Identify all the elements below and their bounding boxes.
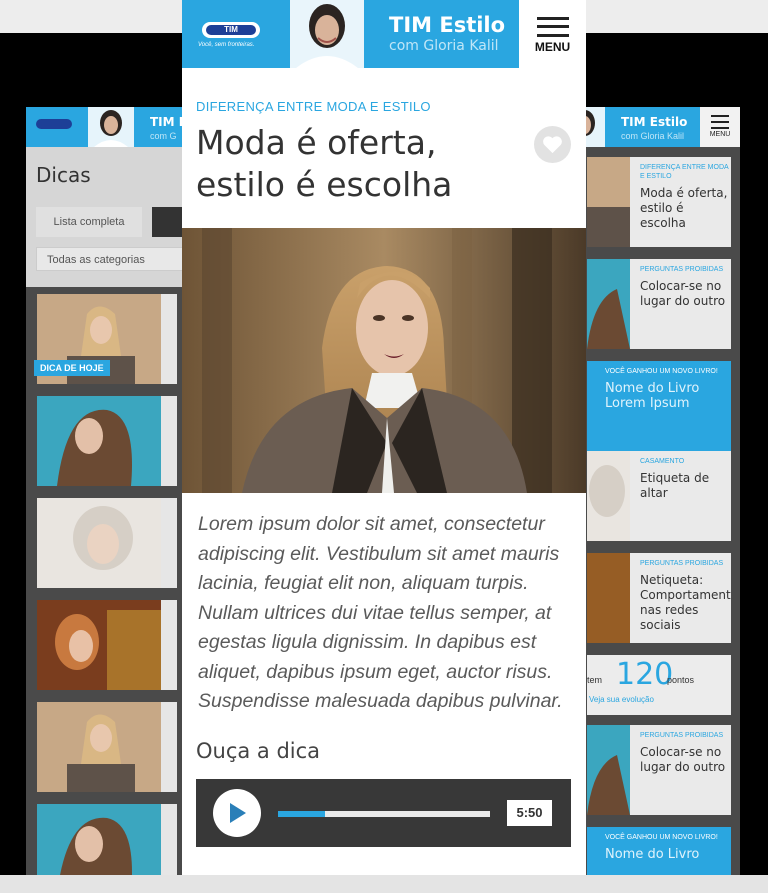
thumbnail-image <box>587 451 630 541</box>
card-category: PERGUNTAS PROIBIDAS <box>640 560 724 567</box>
dicas-title: Dicas <box>36 163 91 187</box>
card-title: Nome do Livro Lorem Ipsum <box>605 381 700 411</box>
brand-title: TIM Estilo <box>389 13 506 37</box>
left-portrait <box>88 107 134 147</box>
points-value: 120 <box>616 657 674 692</box>
list-item[interactable] <box>37 804 177 875</box>
list-item[interactable]: DIFERENÇA ENTRE MODA E ESTILO Moda é ofer… <box>587 157 731 247</box>
brand-subtitle: com Gloria Kalil <box>389 38 499 54</box>
card-title: Colocar-se no lugar do outro <box>640 745 726 774</box>
play-button[interactable] <box>213 789 261 837</box>
menu-button[interactable]: MENU <box>519 0 586 68</box>
logo-text: TIM <box>206 25 256 35</box>
article-title: Moda é oferta, estilo é escolha <box>196 123 453 204</box>
dicas-panel: Dicas Lista completa Todas as categorias <box>26 147 196 287</box>
points-unit: pontos <box>667 675 695 685</box>
card-category: CASAMENTO <box>640 458 685 465</box>
left-logo <box>36 119 72 129</box>
menu-icon <box>711 115 729 129</box>
list-item[interactable] <box>37 600 177 690</box>
list-item-info <box>161 498 177 588</box>
list-item[interactable] <box>37 498 177 588</box>
article-category: DIFERENÇA ENTRE MODA E ESTILO <box>196 99 431 114</box>
list-item-info <box>161 702 177 792</box>
card-category: DIFERENÇA ENTRE MODA E ESTILO <box>640 164 729 180</box>
list-item-info <box>161 294 177 384</box>
thumbnail-image <box>37 804 161 875</box>
favorite-button[interactable] <box>534 126 571 163</box>
today-badge: DICA DE HOJE <box>34 360 110 376</box>
background-screen-left: TIM E com G Dicas Lista completa Todas a… <box>26 107 196 875</box>
play-icon <box>230 803 246 823</box>
book-promo-card[interactable]: VOCÊ GANHOU UM NOVO LIVRO! Nome do Livro … <box>587 361 731 451</box>
book-promo-card[interactable]: VOCÊ GANHOU UM NOVO LIVRO! Nome do Livro <box>587 827 731 875</box>
card-title: Moda é oferta, estilo é escolha <box>640 186 728 230</box>
thumbnail-image <box>37 498 161 588</box>
right-menu-button[interactable]: MENU <box>700 107 740 147</box>
left-header: TIM E com G <box>26 107 196 147</box>
list-item[interactable] <box>37 396 177 486</box>
left-brand-sub: com G <box>150 131 177 141</box>
thumbnail-image <box>587 553 630 643</box>
card-title: Netiqueta: Comportamento nas redes socia… <box>640 573 731 632</box>
tim-logo: TIM <box>202 22 260 38</box>
list-item[interactable]: PERGUNTAS PROIBIDAS Netiqueta: Comportame… <box>587 553 731 643</box>
list-item-info <box>161 396 177 486</box>
logo-tagline: Você, sem fronteiras. <box>198 42 255 48</box>
card-title: Nome do Livro <box>605 847 700 862</box>
audio-progress-fill <box>278 811 325 817</box>
right-menu-label: MENU <box>709 131 731 138</box>
background-screen-right: TIM Estilo com Gloria Kalil MENU DIFEREN… <box>575 107 740 875</box>
card-category: PERGUNTAS PROIBIDAS <box>640 732 724 739</box>
article-screen: TIM Você, sem fronteiras. TIM Estilo com… <box>182 0 586 875</box>
card-title: Colocar-se no lugar do outro <box>640 279 726 308</box>
right-header: TIM Estilo com Gloria Kalil MENU <box>575 107 740 147</box>
thumbnail-image <box>587 725 630 815</box>
list-item-info <box>161 804 177 875</box>
list-item[interactable] <box>37 702 177 792</box>
lista-completa-button[interactable]: Lista completa <box>36 207 142 237</box>
points-widget[interactable]: tem 120 pontos Veja sua evolução <box>587 655 731 715</box>
audio-heading: Ouça a dica <box>196 739 321 763</box>
card-category: VOCÊ GANHOU UM NOVO LIVRO! <box>605 368 718 375</box>
right-brand-title: TIM Estilo <box>621 115 688 129</box>
thumbnail-image <box>37 600 161 690</box>
card-title: Etiqueta de altar <box>640 471 710 500</box>
article-hero-image <box>182 228 586 493</box>
menu-icon <box>537 17 569 37</box>
article-body: Lorem ipsum dolor sit amet, consectetur … <box>198 513 563 712</box>
list-item[interactable]: CASAMENTO Etiqueta de altar <box>587 451 731 541</box>
list-item[interactable]: PERGUNTAS PROIBIDAS Colocar-se no lugar d… <box>587 259 731 349</box>
menu-label: MENU <box>534 40 571 54</box>
host-portrait <box>290 0 364 68</box>
bottom-bar <box>0 875 768 893</box>
audio-progress-bar[interactable] <box>278 811 490 817</box>
card-category: VOCÊ GANHOU UM NOVO LIVRO! <box>605 834 718 841</box>
heart-icon <box>543 136 562 154</box>
audio-duration: 5:50 <box>507 800 552 826</box>
thumbnail-image <box>37 396 161 486</box>
points-prefix: tem <box>587 675 603 685</box>
right-brand-sub: com Gloria Kalil <box>621 131 685 141</box>
list-item-info <box>161 600 177 690</box>
app-header: TIM Você, sem fronteiras. TIM Estilo com… <box>182 0 586 68</box>
thumbnail-image <box>587 259 630 349</box>
thumbnail-image <box>37 702 161 792</box>
points-link[interactable]: Veja sua evolução <box>589 695 654 704</box>
audio-player: 5:50 <box>196 779 571 847</box>
category-select[interactable]: Todas as categorias <box>36 247 196 271</box>
card-category: PERGUNTAS PROIBIDAS <box>640 266 724 273</box>
list-item[interactable]: PERGUNTAS PROIBIDAS Colocar-se no lugar d… <box>587 725 731 815</box>
thumbnail-image <box>587 157 630 247</box>
